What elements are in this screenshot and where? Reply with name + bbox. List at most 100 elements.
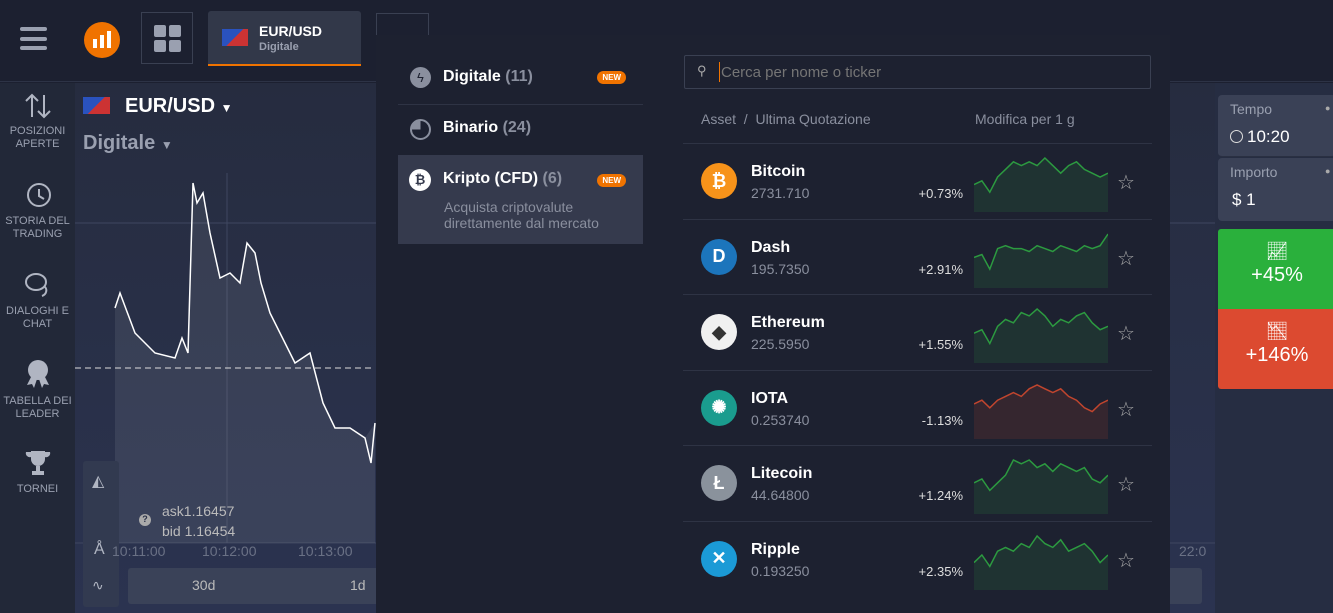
category-label: Kripto (CFD) xyxy=(443,170,539,187)
asset-price: 2731.710 xyxy=(751,185,810,201)
asset-row[interactable]: D Dash 195.7350 +2.91% ☆ xyxy=(683,218,1152,294)
star-icon[interactable]: ☆ xyxy=(1117,321,1135,346)
history-icon xyxy=(26,183,51,207)
asset-row[interactable]: ✕ Ripple 0.193250 +2.35% ☆ xyxy=(683,520,1152,596)
time-tick: 10:11:00 xyxy=(112,543,166,559)
category-binario[interactable]: Binario (24) xyxy=(398,106,643,154)
sidebar-label: STORIA DEL TRADING xyxy=(5,215,70,240)
medal-icon xyxy=(26,360,49,388)
category-digitale[interactable]: ϟ Digitale (11) NEW xyxy=(398,55,643,105)
asset-name: Bitcoin xyxy=(751,163,806,180)
help-icon[interactable]: ● xyxy=(1325,166,1330,176)
help-icon[interactable]: ? xyxy=(139,514,151,526)
sidebar-label: DIALOGHI E CHAT xyxy=(6,305,69,330)
category-count: (6) xyxy=(542,170,563,187)
column-header-asset: Asset / Ultima Quotazione xyxy=(701,111,871,127)
chevron-down-icon: ▼ xyxy=(220,101,233,115)
asset-price: 0.193250 xyxy=(751,562,810,579)
category-description: Acquista criptovalute direttamente dal m… xyxy=(444,199,599,231)
category-label: Digitale xyxy=(443,68,501,85)
period-1d[interactable]: 1d xyxy=(350,577,366,593)
category-title: Digitale (11) xyxy=(443,68,533,86)
pie-clock-icon xyxy=(410,119,431,140)
bitcoin-icon: ₿ xyxy=(409,169,431,191)
sidebar-label: TABELLA DEI LEADER xyxy=(3,395,72,420)
asset-row[interactable]: ◆ Ethereum 225.5950 +1.55% ☆ xyxy=(683,294,1152,369)
search-box[interactable]: ⚲ xyxy=(684,55,1151,89)
sidebar-item-tournaments[interactable]: TORNEI xyxy=(0,449,75,496)
sparkline-area xyxy=(974,384,1108,439)
asset-row[interactable]: Ł Litecoin 44.64800 +1.24% ☆ xyxy=(683,445,1152,520)
column-header-change: Modifica per 1 g xyxy=(975,111,1075,127)
search-icon: ⚲ xyxy=(697,63,707,78)
ask-price: ask1.16457 xyxy=(162,503,235,519)
sidebar-item-chat[interactable]: DIALOGHI E CHAT xyxy=(0,271,75,331)
trade-panel: Tempo ● 10:20 Importo ● $ 1 📈︎ +45% 📉︎ +… xyxy=(1215,83,1333,613)
sparkline-area xyxy=(974,233,1108,288)
search-input[interactable] xyxy=(719,62,1139,82)
period-30d[interactable]: 30d xyxy=(192,577,215,593)
call-button[interactable]: 📈︎ +45% xyxy=(1218,229,1333,309)
asset-price: 225.5950 xyxy=(751,336,810,352)
left-sidebar: POSIZIONI APERTE STORIA DEL TRADING DIAL… xyxy=(0,83,75,613)
new-badge: NEW xyxy=(597,71,626,84)
asset-picker: ϟ Digitale (11) NEW Binario (24) ₿ Kript… xyxy=(376,35,1170,613)
asset-name: Ethereum xyxy=(751,314,825,331)
time-field[interactable]: Tempo ● 10:20 xyxy=(1218,95,1333,157)
asset-name: Ripple xyxy=(751,540,800,558)
arrows-up-down-icon xyxy=(24,93,51,119)
asset-change: +2.35% xyxy=(918,563,963,579)
draw-tool-icon[interactable]: Å xyxy=(94,541,105,559)
star-icon[interactable]: ☆ xyxy=(1117,170,1135,195)
bitcoin-icon: ₿ xyxy=(701,163,737,199)
sparkline-area xyxy=(974,535,1108,590)
star-icon[interactable]: ☆ xyxy=(1117,397,1135,422)
sparkline xyxy=(974,383,1108,439)
asset-change: +1.55% xyxy=(918,337,963,352)
asset-tab-name: EUR/USD xyxy=(259,23,323,39)
category-kripto[interactable]: ₿ Kripto (CFD) (6) NEW Acquista criptova… xyxy=(398,155,643,244)
dash-icon: D xyxy=(701,238,737,275)
chart-type-selector[interactable]: Digitale ▼ xyxy=(83,132,173,155)
star-icon[interactable]: ☆ xyxy=(1117,246,1135,271)
asset-row[interactable]: ✺ IOTA 0.253740 -1.13% ☆ xyxy=(683,369,1152,445)
asset-change: +1.24% xyxy=(918,488,963,503)
sidebar-item-open-positions[interactable]: POSIZIONI APERTE xyxy=(0,93,75,151)
asset-name: Dash xyxy=(751,238,791,256)
logo-icon[interactable] xyxy=(84,22,120,58)
help-icon[interactable]: ● xyxy=(1325,103,1330,113)
chart-asset-selector[interactable]: EUR/USD ▼ xyxy=(125,95,232,118)
asset-tab[interactable]: EUR/USD Digitale xyxy=(208,11,361,66)
put-payout: +146% xyxy=(1245,344,1309,366)
star-icon[interactable]: ☆ xyxy=(1117,472,1135,497)
category-count: (24) xyxy=(502,119,532,136)
iota-icon: ✺ xyxy=(701,389,737,426)
sidebar-item-trading-history[interactable]: STORIA DEL TRADING xyxy=(0,181,75,241)
time-label: Tempo xyxy=(1230,101,1273,117)
bid-price: bid 1.16454 xyxy=(162,523,236,539)
asset-price: 195.7350 xyxy=(751,260,810,277)
put-button[interactable]: 📉︎ +146% xyxy=(1218,309,1333,389)
trend-up-icon: 📈︎ xyxy=(1265,241,1289,261)
asset-name: Litecoin xyxy=(751,465,813,482)
sidebar-item-leaderboard[interactable]: TABELLA DEI LEADER xyxy=(0,359,75,421)
star-icon[interactable]: ☆ xyxy=(1117,548,1135,573)
amount-field[interactable]: Importo ● $ 1 xyxy=(1218,158,1333,221)
time-value: 10:20 xyxy=(1247,127,1290,146)
sparkline xyxy=(974,534,1108,590)
menu-icon[interactable] xyxy=(20,27,47,50)
lightning-icon: ϟ xyxy=(410,67,431,88)
amount-label: Importo xyxy=(1230,164,1278,180)
call-payout: +45% xyxy=(1251,264,1303,286)
chat-icon xyxy=(24,273,47,297)
sparkline xyxy=(974,308,1108,363)
grid-layout-button[interactable] xyxy=(141,12,193,64)
chevron-down-icon: ▼ xyxy=(160,138,173,152)
chart-type-name: Digitale xyxy=(83,132,156,154)
ethereum-icon: ◆ xyxy=(701,314,737,350)
area-chart-icon[interactable]: ◭ xyxy=(92,471,104,491)
litecoin-icon: Ł xyxy=(701,465,737,501)
indicators-icon[interactable]: ∿ xyxy=(92,577,104,594)
asset-row[interactable]: ₿ Bitcoin 2731.710 +0.73% ☆ xyxy=(683,143,1152,218)
chart-tools: ◭ Å ∿ xyxy=(83,461,119,607)
